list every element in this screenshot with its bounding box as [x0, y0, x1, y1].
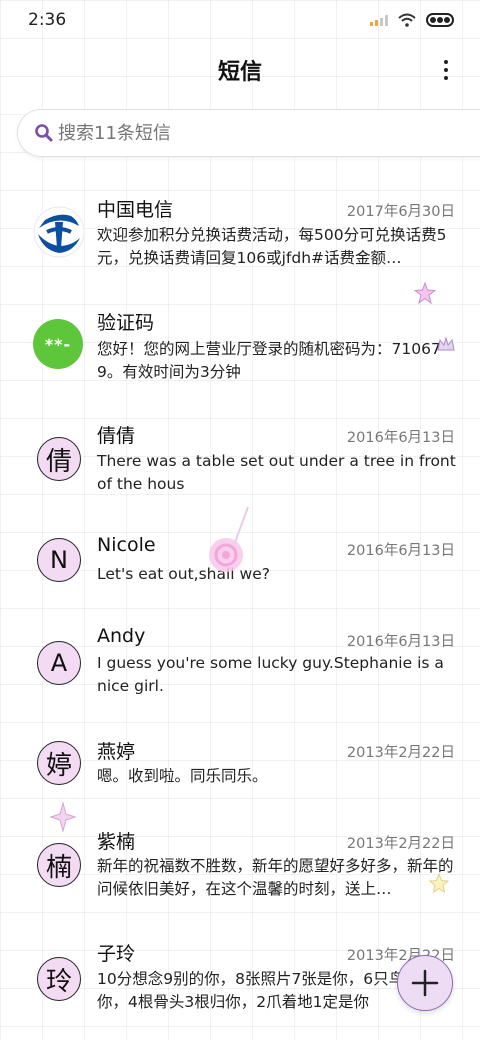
contact-avatar: 楠 [37, 843, 81, 887]
lollipop-sticker-icon [209, 506, 249, 572]
signal-icon [370, 14, 388, 26]
message-preview: 新年的祝福数不胜数，新年的愿望好多好多，新年的问候依旧美好，在这个温馨的时刻，送… [97, 857, 454, 898]
more-dot-icon [444, 60, 448, 64]
message-preview: There was a table set out under a tree i… [97, 452, 456, 493]
contact-avatar: N [37, 538, 81, 582]
contact-name: 验证码 [97, 312, 155, 334]
more-dot-icon [444, 68, 448, 72]
contact-avatar: A [37, 641, 81, 685]
contact-name: 燕婷 [97, 741, 136, 763]
crown-sticker-icon [437, 336, 455, 351]
verification-badge-icon: **- [33, 319, 83, 369]
contact-name: 子玲 [97, 943, 136, 965]
message-date: 2013年2月22日 [346, 745, 455, 761]
search-input[interactable] [58, 122, 438, 144]
star-sticker-icon [414, 282, 436, 304]
contact-name: 中国电信 [97, 199, 174, 221]
message-date: 2016年6月13日 [346, 430, 455, 446]
battery-icon [426, 13, 454, 27]
message-preview: 您好！您的网上营业厅登录的随机密码为：710679。有效时间为3分钟 [97, 340, 441, 381]
message-date: 2016年6月13日 [346, 634, 455, 650]
star-sticker-icon [428, 872, 450, 894]
contact-name: 倩倩 [97, 425, 136, 447]
message-date: 2016年6月13日 [346, 543, 455, 559]
status-bar: 2:36 [0, 0, 480, 40]
conversation-item[interactable]: 中国电信 2017年6月30日 欢迎参加积分兑换话费活动，每500分可兑换话费5… [0, 190, 480, 286]
conversation-item[interactable]: A Andy 2016年6月13日 I guess you're some lu… [0, 622, 480, 718]
contact-name: Andy [97, 625, 146, 647]
more-options-button[interactable] [440, 56, 452, 84]
contact-avatar: 玲 [37, 957, 81, 1001]
conversation-item[interactable]: 倩 倩倩 2016年6月13日 There was a table set ou… [0, 418, 480, 514]
message-date: 2013年2月22日 [346, 836, 455, 852]
wifi-icon [398, 13, 416, 27]
message-preview: 欢迎参加积分兑换话费活动，每500分可兑换话费5元，兑换话费请回复106或jfd… [97, 226, 447, 267]
conversation-item[interactable]: **- 验证码 您好！您的网上营业厅登录的随机密码为：710679。有效时间为3… [0, 305, 480, 401]
new-message-button[interactable] [397, 955, 453, 1011]
header: 短信 [0, 48, 480, 92]
contact-avatar: 婷 [37, 741, 81, 785]
more-dot-icon [444, 76, 448, 80]
sparkle-sticker-icon [50, 802, 76, 832]
message-date: 2017年6月30日 [346, 204, 455, 220]
contact-avatar: 倩 [37, 437, 81, 481]
china-telecom-logo-icon [33, 206, 85, 258]
page-title: 短信 [217, 60, 262, 85]
status-icons [370, 13, 454, 27]
search-icon [35, 124, 53, 142]
contact-name: Nicole [97, 534, 156, 556]
conversation-item[interactable]: 楠 紫楠 2013年2月22日 新年的祝福数不胜数，新年的愿望好多好多，新年的问… [0, 826, 480, 922]
plus-icon [411, 969, 439, 997]
contact-name: 紫楠 [97, 831, 136, 853]
message-preview: I guess you're some lucky guy.Stephanie … [97, 654, 444, 695]
status-time: 2:36 [28, 10, 67, 30]
message-preview: 嗯。收到啦。同乐同乐。 [97, 767, 268, 785]
message-preview: Let's eat out,shall we? [97, 565, 270, 583]
search-bar[interactable] [17, 109, 480, 157]
